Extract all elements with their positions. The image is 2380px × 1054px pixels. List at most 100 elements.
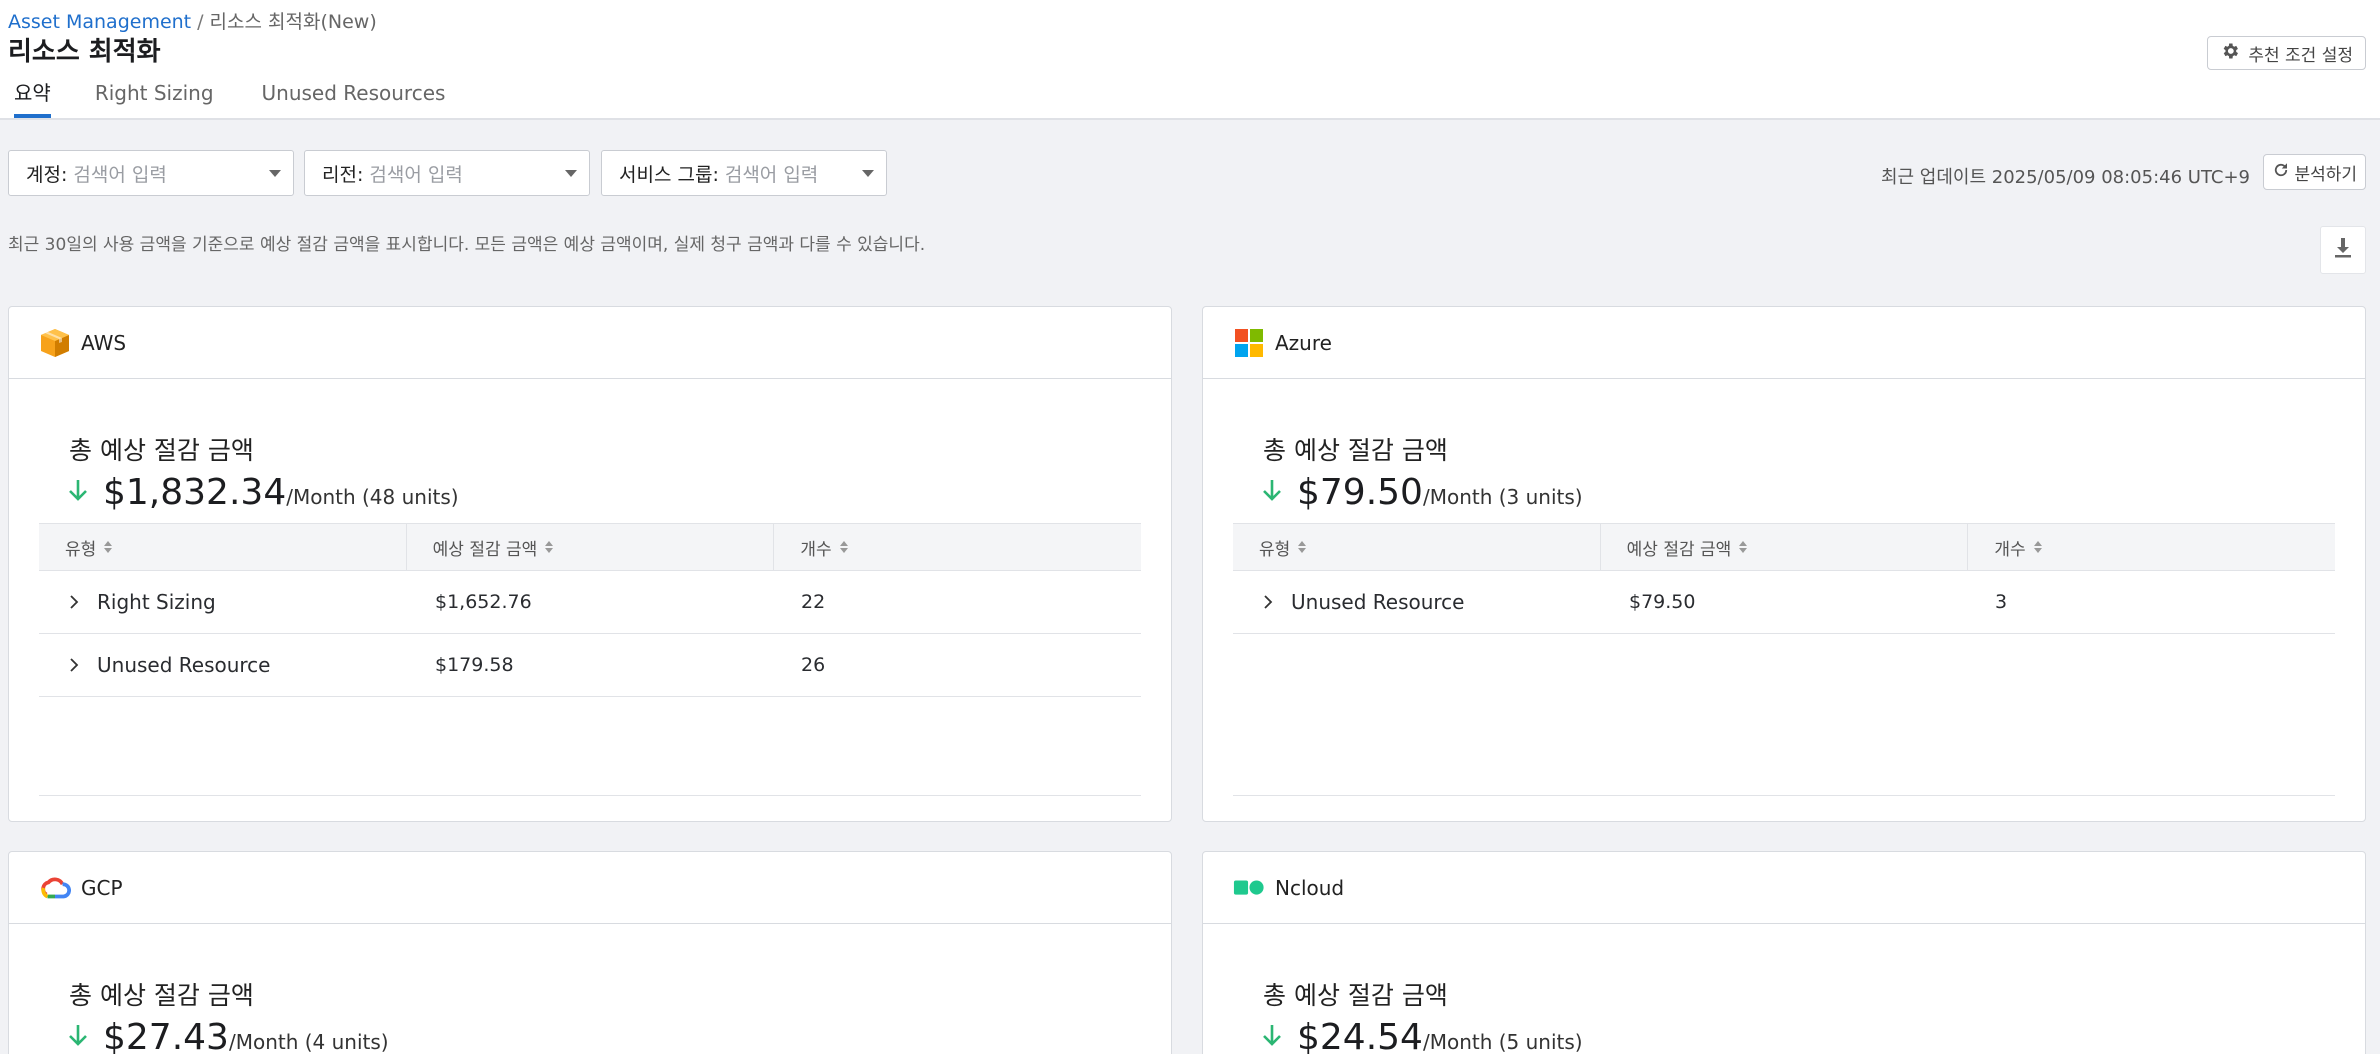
recommendation-settings-button[interactable]: 추천 조건 설정 xyxy=(2207,36,2366,70)
total-savings-amount: $24.54 xyxy=(1297,1017,1423,1054)
service-group-filter-placeholder: 검색어 입력 xyxy=(724,163,819,186)
account-filter-placeholder: 검색어 입력 xyxy=(73,163,167,186)
provider-card-ncloud: Ncloud 총 예상 절감 금액 $24.54 /Month (5 units… xyxy=(1202,851,2366,1054)
row-amount: $79.50 xyxy=(1629,591,1696,613)
total-savings: $24.54 /Month (5 units) xyxy=(1261,1017,1583,1054)
card-header: AWS xyxy=(9,307,1171,379)
ncloud-logo-icon xyxy=(1233,872,1265,904)
total-savings-suffix: /Month (5 units) xyxy=(1422,1030,1583,1054)
column-header-type[interactable]: 유형 xyxy=(39,524,407,570)
chevron-right-icon[interactable] xyxy=(69,653,79,677)
service-group-filter-label: 서비스 그룹: xyxy=(619,163,719,186)
column-header-type[interactable]: 유형 xyxy=(1233,524,1601,570)
gear-icon xyxy=(2220,41,2248,66)
column-header-count[interactable]: 개수 xyxy=(774,524,1141,570)
account-filter[interactable]: 계정: 검색어 입력 xyxy=(8,150,294,196)
sort-icon xyxy=(839,541,848,553)
column-header-label: 예상 절감 금액 xyxy=(432,539,538,560)
tab-right-sizing[interactable]: Right Sizing xyxy=(95,72,214,118)
row-amount: $1,652.76 xyxy=(435,591,532,613)
column-header-label: 개수 xyxy=(800,539,832,560)
column-header-label: 유형 xyxy=(65,539,97,560)
download-button[interactable] xyxy=(2320,226,2366,274)
total-savings: $1,832.34 /Month (48 units) xyxy=(67,472,459,513)
provider-name: Ncloud xyxy=(1275,875,1345,900)
column-header-count[interactable]: 개수 xyxy=(1968,524,2335,570)
sort-icon xyxy=(104,541,113,553)
region-filter-label: 리전: xyxy=(322,163,364,186)
analyze-button[interactable]: 분석하기 xyxy=(2263,154,2366,190)
settings-button-label: 추천 조건 설정 xyxy=(2248,45,2353,66)
analyze-button-label: 분석하기 xyxy=(2294,164,2357,185)
row-type: Unused Resource xyxy=(1291,590,1465,614)
provider-card-gcp: GCP 총 예상 절감 금액 $27.43 /Month (4 units) xyxy=(8,851,1172,1054)
service-group-filter[interactable]: 서비스 그룹: 검색어 입력 xyxy=(601,150,887,196)
tab-summary[interactable]: 요약 xyxy=(14,72,51,118)
total-savings: $27.43 /Month (4 units) xyxy=(67,1017,389,1054)
total-savings-label: 총 예상 절감 금액 xyxy=(69,436,254,465)
account-filter-label: 계정: xyxy=(26,163,68,186)
chevron-right-icon[interactable] xyxy=(69,590,79,614)
savings-table: 유형 예상 절감 금액 개수 Right Sizing $1,652.76 22… xyxy=(39,523,1141,697)
row-type-cell: Right Sizing xyxy=(39,571,409,633)
provider-name: AWS xyxy=(81,330,127,355)
last-updated-text: 최근 업데이트 2025/05/09 08:05:46 UTC+9 xyxy=(1880,167,2250,188)
page-title: 리소스 최적화 xyxy=(8,37,161,67)
caret-down-icon xyxy=(269,170,281,177)
column-header-label: 유형 xyxy=(1259,539,1291,560)
chevron-right-icon[interactable] xyxy=(1263,590,1273,614)
column-header-savings[interactable]: 예상 절감 금액 xyxy=(407,524,775,570)
provider-name: GCP xyxy=(81,875,123,900)
table-row[interactable]: Unused Resource $179.58 26 xyxy=(39,634,1141,697)
total-savings-amount: $27.43 xyxy=(103,1017,229,1054)
arrow-down-icon xyxy=(67,478,89,507)
table-row[interactable]: Right Sizing $1,652.76 22 xyxy=(39,571,1141,634)
download-icon xyxy=(2333,237,2353,264)
provider-card-azure: Azure 총 예상 절감 금액 $79.50 /Month (3 units)… xyxy=(1202,306,2366,822)
total-savings: $79.50 /Month (3 units) xyxy=(1261,472,1583,513)
column-header-savings[interactable]: 예상 절감 금액 xyxy=(1601,524,1969,570)
provider-card-aws: AWS 총 예상 절감 금액 $1,832.34 /Month (48 unit… xyxy=(8,306,1172,822)
tab-unused-resources[interactable]: Unused Resources xyxy=(262,72,446,118)
column-header-label: 개수 xyxy=(1994,539,2026,560)
row-type-cell: Unused Resource xyxy=(39,634,409,696)
column-header-label: 예상 절감 금액 xyxy=(1626,539,1732,560)
card-header: Ncloud xyxy=(1203,852,2365,924)
total-savings-amount: $79.50 xyxy=(1297,472,1423,513)
table-footer-divider xyxy=(1233,795,2335,796)
table-footer-divider xyxy=(39,795,1141,796)
sort-icon xyxy=(1298,541,1307,553)
provider-name: Azure xyxy=(1275,330,1332,355)
card-header: GCP xyxy=(9,852,1171,924)
refresh-icon xyxy=(2272,161,2294,184)
table-header: 유형 예상 절감 금액 개수 xyxy=(39,523,1141,571)
total-savings-suffix: /Month (3 units) xyxy=(1422,485,1583,509)
total-savings-suffix: /Month (4 units) xyxy=(228,1030,389,1054)
total-savings-amount: $1,832.34 xyxy=(103,472,287,513)
page-header: Asset Management / 리소스 최적화(New) 리소스 최적화 요약… xyxy=(0,0,2380,120)
row-type: Unused Resource xyxy=(97,653,271,677)
card-header: Azure xyxy=(1203,307,2365,379)
arrow-down-icon xyxy=(1261,1023,1283,1052)
row-count: 3 xyxy=(1995,591,2008,613)
sort-icon xyxy=(545,541,554,553)
row-type: Right Sizing xyxy=(97,590,216,614)
row-type-cell: Unused Resource xyxy=(1233,571,1603,633)
region-filter[interactable]: 리전: 검색어 입력 xyxy=(304,150,590,196)
google-cloud-logo-icon xyxy=(39,872,71,904)
savings-table: 유형 예상 절감 금액 개수 Unused Resource $79.50 3 xyxy=(1233,523,2335,634)
breadcrumb-link-asset-management[interactable]: Asset Management xyxy=(8,11,191,33)
microsoft-logo-icon xyxy=(1233,327,1265,359)
total-savings-label: 총 예상 절감 금액 xyxy=(1263,981,1448,1010)
aws-logo-icon xyxy=(39,327,71,359)
total-savings-suffix: /Month (48 units) xyxy=(286,485,459,509)
caret-down-icon xyxy=(565,170,577,177)
region-filter-placeholder: 검색어 입력 xyxy=(369,163,463,186)
table-row[interactable]: Unused Resource $79.50 3 xyxy=(1233,571,2335,634)
sort-icon xyxy=(1739,541,1748,553)
arrow-down-icon xyxy=(67,1023,89,1052)
total-savings-label: 총 예상 절감 금액 xyxy=(69,981,254,1010)
sort-icon xyxy=(2033,541,2042,553)
breadcrumb-separator: / xyxy=(197,11,204,33)
row-amount: $179.58 xyxy=(435,654,514,676)
